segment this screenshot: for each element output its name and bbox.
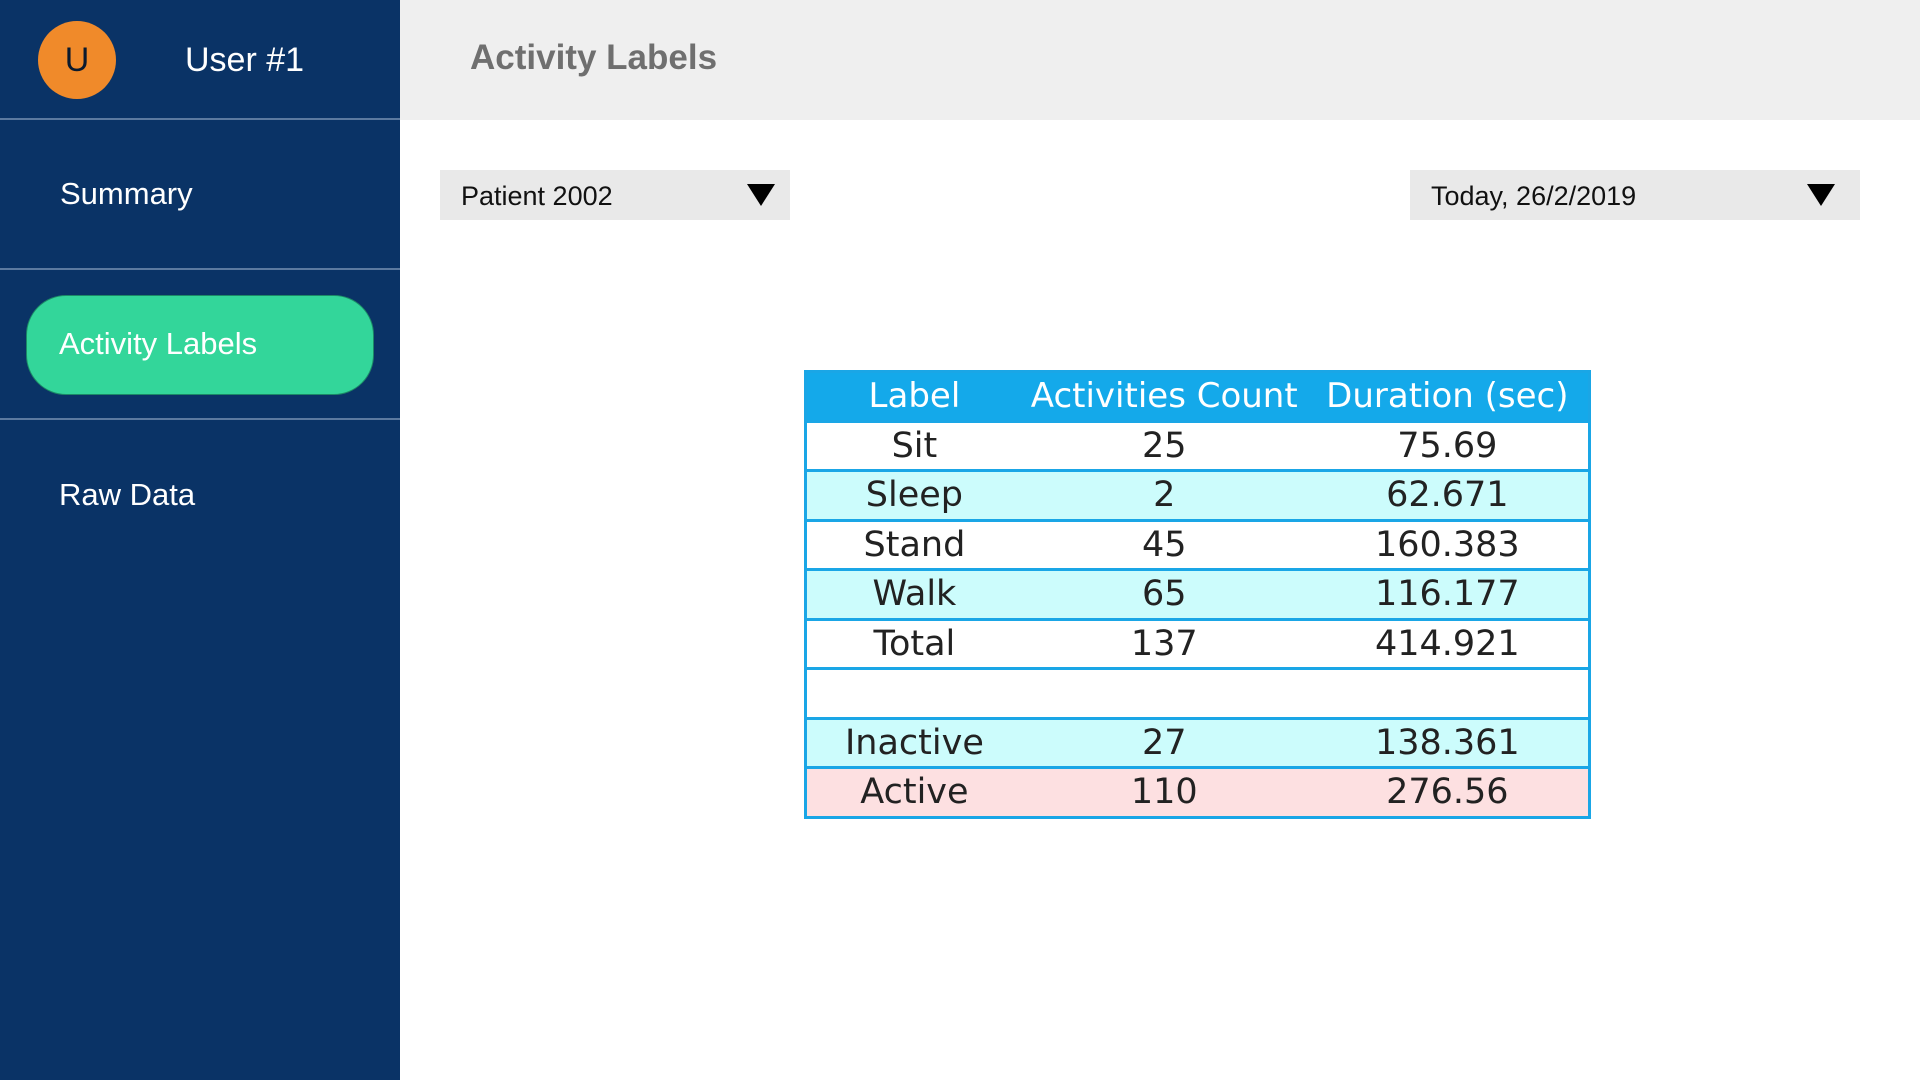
cell-count: 110 [1021, 766, 1307, 819]
cell-duration: 62.671 [1306, 469, 1591, 522]
page-title: Activity Labels [470, 38, 718, 77]
cell-duration [1306, 667, 1591, 720]
activity-table-container: Label Activities Count Duration (sec) Si… [803, 370, 1591, 819]
table-row: Walk 65 116.177 [803, 568, 1591, 621]
table-row-total: Total 137 414.921 [803, 617, 1591, 670]
cell-label: Active [803, 766, 1022, 819]
patient-select-value: Patient 2002 [461, 181, 613, 211]
table-row-active: Active 110 276.56 [803, 766, 1591, 819]
date-select[interactable]: Today, 26/2/2019 [1410, 170, 1860, 220]
sidebar-item-label: Raw Data [59, 477, 196, 512]
cell-duration: 75.69 [1306, 419, 1591, 472]
user-name: User #1 [185, 41, 305, 79]
table-row-spacer [803, 667, 1591, 720]
patient-select[interactable]: Patient 2002 [440, 170, 790, 220]
cell-duration: 116.177 [1306, 568, 1591, 621]
sidebar: U User #1 Summary Activity Labels Raw Da… [0, 0, 400, 1080]
cell-count: 25 [1021, 419, 1307, 472]
sidebar-item-activity-labels[interactable]: Activity Labels [0, 270, 400, 420]
cell-duration: 138.361 [1306, 716, 1591, 769]
cell-duration: 276.56 [1306, 766, 1591, 819]
cell-count: 65 [1021, 568, 1307, 621]
user-block: U User #1 [0, 0, 400, 120]
header: Activity Labels [400, 0, 1920, 120]
sidebar-item-raw-data[interactable]: Raw Data [0, 420, 400, 570]
date-select-value: Today, 26/2/2019 [1431, 181, 1637, 211]
cell-duration: 414.921 [1306, 617, 1591, 670]
table-row: Sleep 2 62.671 [803, 469, 1591, 522]
cell-count [1021, 667, 1307, 720]
cell-label: Inactive [803, 716, 1022, 769]
cell-count: 27 [1021, 716, 1307, 769]
column-header-label: Label [803, 370, 1022, 423]
cell-count: 137 [1021, 617, 1307, 670]
column-header-duration: Duration (sec) [1306, 370, 1591, 423]
cell-label: Sit [803, 419, 1022, 472]
cell-label: Stand [803, 518, 1022, 571]
caret-down-icon [747, 184, 775, 206]
table-row: Stand 45 160.383 [803, 518, 1591, 571]
cell-label [803, 667, 1022, 720]
cell-count: 2 [1021, 469, 1307, 522]
cell-duration: 160.383 [1306, 518, 1591, 571]
cell-count: 45 [1021, 518, 1307, 571]
table-row: Sit 25 75.69 [803, 419, 1591, 472]
avatar[interactable]: U [38, 21, 116, 99]
table-row-inactive: Inactive 27 138.361 [803, 716, 1591, 769]
column-header-count: Activities Count [1021, 370, 1307, 423]
sidebar-item-summary[interactable]: Summary [0, 120, 400, 270]
sidebar-item-label: Summary [60, 176, 193, 211]
table-header-row: Label Activities Count Duration (sec) [803, 370, 1591, 423]
cell-label: Total [803, 617, 1022, 670]
sidebar-item-label: Activity Labels [59, 326, 258, 361]
cell-label: Sleep [803, 469, 1022, 522]
caret-down-icon [1807, 184, 1835, 206]
cell-label: Walk [803, 568, 1022, 621]
activity-table: Label Activities Count Duration (sec) Si… [803, 370, 1591, 819]
